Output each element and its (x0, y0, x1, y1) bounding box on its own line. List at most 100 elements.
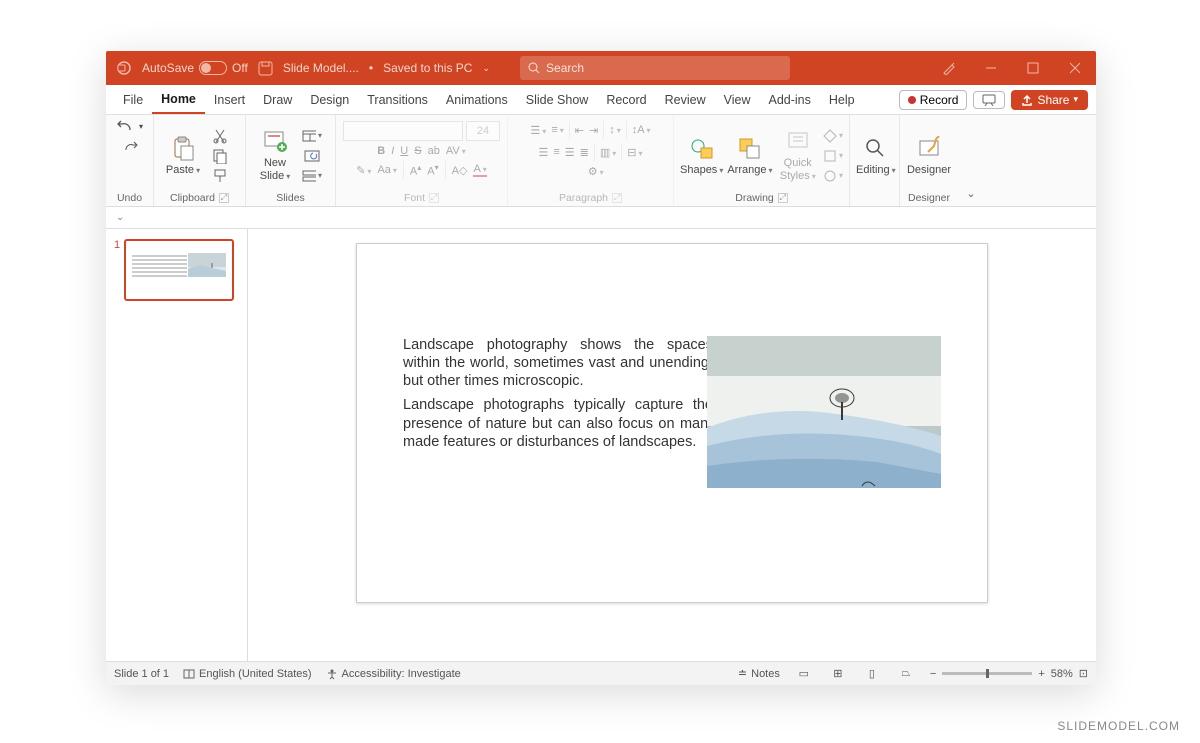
language-indicator[interactable]: English (United States) (183, 668, 312, 680)
tab-transitions[interactable]: Transitions (358, 85, 437, 114)
font-family-input[interactable] (343, 121, 463, 141)
format-painter-button[interactable] (210, 167, 230, 185)
shape-fill-button[interactable] (823, 127, 843, 145)
search-input[interactable]: Search (520, 56, 790, 80)
notes-button[interactable]: ≐Notes (738, 667, 780, 680)
tab-insert[interactable]: Insert (205, 85, 254, 114)
save-icon[interactable] (258, 61, 273, 76)
save-status-chevron[interactable]: ⌄ (482, 63, 490, 74)
new-slide-button[interactable]: New Slide (252, 129, 298, 181)
minimize-button[interactable] (970, 51, 1012, 85)
numbering-button[interactable]: ≡ (551, 124, 563, 136)
zoom-slider[interactable] (942, 672, 1032, 675)
italic-button[interactable]: I (391, 145, 394, 157)
tab-help[interactable]: Help (820, 85, 864, 114)
watermark: SLIDEMODEL.COM (1057, 719, 1180, 733)
toggle-switch[interactable] (199, 61, 227, 75)
bullets-button[interactable]: ☰ (530, 124, 546, 137)
present-button[interactable] (973, 91, 1005, 109)
slideshow-view-button[interactable]: ⏢ (896, 667, 916, 680)
shape-outline-button[interactable] (823, 147, 843, 165)
shapes-button[interactable]: Shapes (680, 136, 723, 176)
quick-styles-button[interactable]: Quick Styles (776, 129, 819, 181)
pen-icon[interactable] (928, 51, 970, 85)
align-text-button[interactable]: ⊟ (627, 146, 642, 159)
tab-record[interactable]: Record (597, 85, 655, 114)
increase-font-button[interactable]: A▴ (410, 163, 421, 178)
record-button[interactable]: Record (899, 90, 968, 110)
paste-button[interactable]: Paste (160, 136, 206, 176)
align-center-button[interactable]: ≡ (553, 146, 559, 158)
line-spacing-button[interactable]: ↕ (609, 124, 621, 136)
smartart-button[interactable]: ⚙ (588, 165, 604, 178)
text-direction-button[interactable]: ↕A (632, 124, 651, 136)
redo-button[interactable] (120, 137, 140, 155)
shape-effects-button[interactable] (823, 167, 843, 185)
qat-chevron-icon[interactable]: ⌄ (116, 212, 124, 223)
editing-button[interactable]: Editing (856, 136, 896, 176)
clipboard-launcher[interactable]: ⤢ (219, 193, 229, 203)
group-designer: Designer Designer (900, 115, 958, 206)
case-button[interactable]: Aa (377, 164, 396, 176)
justify-button[interactable]: ≣ (580, 146, 589, 159)
align-left-button[interactable]: ☰ (538, 146, 548, 159)
zoom-out-button[interactable]: − (930, 668, 936, 680)
font-size-input[interactable]: 24 (466, 121, 500, 141)
accessibility-status[interactable]: Accessibility: Investigate (326, 668, 461, 680)
share-button[interactable]: Share ▾ (1011, 90, 1088, 110)
slide-canvas[interactable]: Landscape photography shows the spaces w… (248, 229, 1096, 661)
align-right-button[interactable]: ☰ (565, 146, 575, 159)
slide-text-box[interactable]: Landscape photography shows the spaces w… (403, 336, 713, 457)
share-icon (1021, 94, 1033, 106)
shadow-button[interactable]: ab (428, 145, 440, 157)
tab-draw[interactable]: Draw (254, 85, 301, 114)
tab-addins[interactable]: Add-ins (759, 85, 819, 114)
tab-view[interactable]: View (715, 85, 760, 114)
maximize-button[interactable] (1012, 51, 1054, 85)
layout-button[interactable] (302, 127, 322, 145)
close-button[interactable] (1054, 51, 1096, 85)
designer-button[interactable]: Designer (906, 136, 952, 176)
zoom-level[interactable]: 58% (1051, 668, 1073, 680)
zoom-in-button[interactable]: + (1038, 668, 1044, 680)
slide-thumbnail-1[interactable] (124, 239, 234, 301)
sorter-view-button[interactable]: ⊞ (828, 667, 848, 680)
spacing-button[interactable]: AV (446, 145, 466, 157)
columns-button[interactable]: ▥ (600, 146, 616, 159)
reset-button[interactable] (302, 147, 322, 165)
font-color-button[interactable]: A (473, 163, 486, 177)
decrease-indent-button[interactable]: ⇤ (575, 124, 584, 137)
autosave-toggle[interactable]: AutoSave Off (142, 61, 248, 75)
undo-button[interactable]: ▾ (116, 119, 143, 133)
slide[interactable]: Landscape photography shows the spaces w… (356, 243, 988, 603)
present-icon (982, 94, 996, 106)
decrease-font-button[interactable]: A▾ (427, 163, 438, 178)
tab-file[interactable]: File (114, 85, 152, 114)
slide-counter[interactable]: Slide 1 of 1 (114, 668, 169, 680)
normal-view-button[interactable]: ▭ (794, 667, 814, 680)
tab-design[interactable]: Design (301, 85, 358, 114)
clear-format-button[interactable]: A◇ (452, 164, 468, 177)
slide-image[interactable] (707, 336, 941, 488)
paragraph-launcher[interactable]: ⤢ (612, 193, 622, 203)
arrange-button[interactable]: Arrange (727, 136, 772, 176)
tab-review[interactable]: Review (656, 85, 715, 114)
copy-button[interactable] (210, 147, 230, 165)
section-button[interactable] (302, 167, 322, 185)
highlight-button[interactable]: ✎ (356, 164, 371, 177)
tab-slideshow[interactable]: Slide Show (517, 85, 598, 114)
tab-home[interactable]: Home (152, 85, 205, 114)
underline-button[interactable]: U (400, 145, 408, 157)
ribbon-collapse-chevron[interactable]: ⌄ (966, 187, 975, 200)
font-launcher[interactable]: ⤢ (429, 193, 439, 203)
reading-view-button[interactable]: ▯ (862, 667, 882, 680)
fit-to-window-button[interactable]: ⊡ (1079, 667, 1088, 680)
strike-button[interactable]: S (414, 145, 421, 157)
drawing-launcher[interactable]: ⤢ (778, 193, 788, 203)
group-undo: ▾ Undo (106, 115, 154, 206)
cut-button[interactable] (210, 127, 230, 145)
bold-button[interactable]: B (377, 145, 385, 157)
tab-animations[interactable]: Animations (437, 85, 517, 114)
increase-indent-button[interactable]: ⇥ (589, 124, 598, 137)
save-status: Saved to this PC (383, 61, 472, 75)
